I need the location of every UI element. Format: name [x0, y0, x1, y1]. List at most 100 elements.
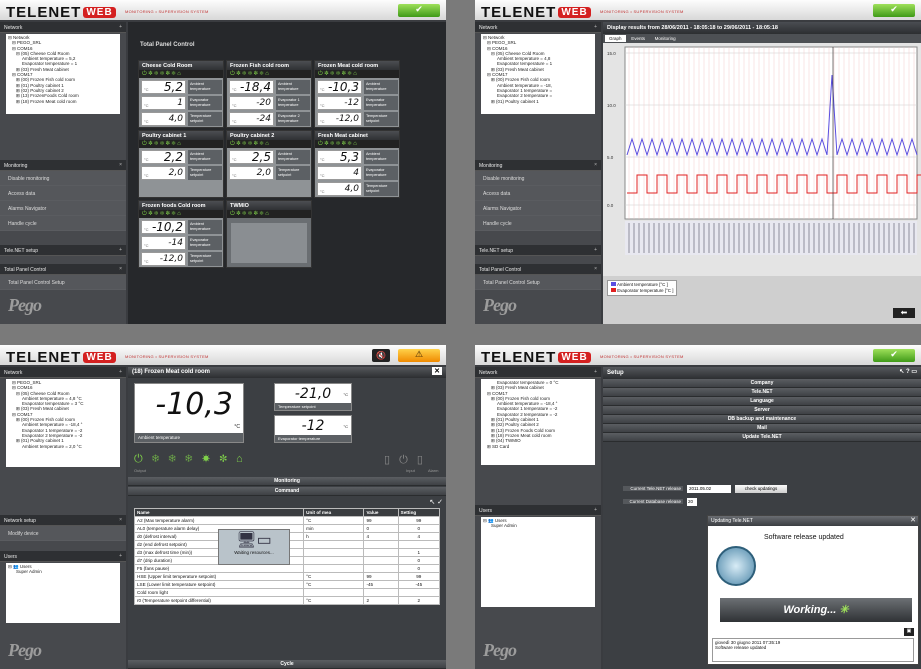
tree-item[interactable]: ⊞ (01) Poultry cabinet 1	[483, 99, 593, 104]
card-value-label: Temperature setpoint	[276, 166, 310, 180]
back-arrow-icon[interactable]: ⬅	[893, 308, 915, 318]
monitoring-menu-item[interactable]: Alarms Navigator	[475, 201, 601, 216]
telenet-setup-header[interactable]: Tele.NET setup +	[475, 245, 601, 256]
tab-events[interactable]: Events	[627, 35, 649, 42]
card-value: °C -10,2	[141, 220, 186, 234]
monitoring-menu-item[interactable]: Handle cycle	[0, 216, 126, 231]
copy-icon[interactable]: ▣	[904, 628, 914, 636]
card-value-label: Temperature setpoint	[364, 112, 398, 126]
app-header: TELENET WEB MONITORING • SUPERVISION SYST…	[0, 0, 446, 21]
monitoring-header: Monitoring ×	[0, 160, 126, 171]
table-row[interactable]: F5 (fans pause) 0	[133, 564, 441, 573]
tree-item[interactable]: Ambient temperature = 2,0 °C	[8, 444, 118, 449]
monitoring-menu-item[interactable]: Handle cycle	[475, 216, 601, 231]
network-tree[interactable]: ⊟ PEGO_SRL ⊟ COM16 ⊟ (05) Cheese Cold Room…	[6, 379, 120, 467]
tab-monitoring[interactable]: Monitoring	[651, 35, 680, 42]
card-value-label: Ambient temperature	[188, 80, 222, 94]
monitoring-menu-item[interactable]: Alarms Navigator	[0, 201, 126, 216]
close-icon[interactable]: ✕	[432, 367, 442, 375]
network-header: Network +	[475, 22, 601, 33]
temperature-graph[interactable]: 15.0 10.0 5.0 0.0	[603, 43, 921, 283]
card-title: Poultry cabinet 1	[139, 131, 223, 140]
ambient-display: -10,3 °C Ambient temperature	[134, 383, 244, 443]
network-setup-header: Network setup ×	[0, 515, 126, 526]
users-tree[interactable]: ⊟ 👥 Users Super Admin	[6, 563, 120, 623]
device-card[interactable]: Fresh Meat cabinet ⏻ ✽ ❄ ❄ ✽ ❄ ⌂ °C 5,3 Ambi…	[314, 130, 400, 198]
table-row[interactable]: Cold room light	[133, 588, 441, 597]
monitoring-menu-item[interactable]: Access data	[0, 186, 126, 201]
setup-section[interactable]: Update Tele.NET	[603, 433, 921, 442]
toolbar-icons[interactable]: ↖ ✓	[429, 498, 443, 506]
network-tree[interactable]: ⊟ Network ⊟ PEGO_SRL ⊟ COM16 ⊟ (05) Cheese …	[481, 34, 595, 114]
table-row[interactable]: LSE (Lower limit temperature setpoint) °C…	[133, 580, 441, 589]
card-value: °C -20	[229, 96, 274, 110]
status-icons: ⏻ ✽ ❄ ❄ ✽ ❄ ⌂	[139, 140, 223, 148]
device-card[interactable]: TWMIO ⏻ ✽ ❄ ❄ ✽ ❄ ⌂	[226, 200, 312, 268]
total-panel-setup-item[interactable]: Total Panel Control Setup	[0, 275, 126, 290]
mute-speaker-icon[interactable]: 🔇	[372, 349, 390, 362]
monitoring-menu-item[interactable]: Disable monitoring	[0, 171, 126, 186]
cycle-bar[interactable]: Cycle	[128, 660, 446, 669]
setup-section[interactable]: Company	[603, 379, 921, 388]
tagline: MONITORING • SUPERVISION SYSTEM	[600, 354, 684, 359]
modify-device-item[interactable]: Modify device	[0, 526, 126, 541]
setup-section[interactable]: Mail	[603, 424, 921, 433]
monitoring-menu-item[interactable]: Disable monitoring	[475, 171, 601, 186]
status-ok-button[interactable]: ✔	[873, 4, 915, 17]
evaporator-display: -12 °C Evaporator temperature	[274, 415, 352, 443]
status-icons: ⏻ ✽ ❄ ❄ ✽ ❄ ⌂	[315, 140, 399, 148]
input-icons: ▯ ⏻ ▯	[384, 454, 426, 466]
card-value-label: Temperature setpoint	[364, 182, 398, 196]
setup-section[interactable]: Tele.NET	[603, 388, 921, 397]
check-updates-button[interactable]: check updatings	[735, 485, 787, 493]
network-tree[interactable]: ⊟ Network ⊟ PEGO_SRL ⊟ COM16 ⊟ (05) Cheese …	[6, 34, 120, 114]
setup-section[interactable]: DB backup and maintenance	[603, 415, 921, 424]
table-cell: °C	[303, 572, 365, 581]
alarm-warning-button[interactable]: ⚠	[398, 349, 440, 362]
table-row[interactable]: r0 (Temperature setpoint differential) °C…	[133, 596, 441, 605]
device-card[interactable]: Frozen foods Cold room ⏻ ✽ ❄ ❄ ✽ ❄ ⌂ °C -10…	[138, 200, 224, 268]
table-row[interactable]: A2 (Max temperature alarm) °C 99 99	[133, 516, 441, 525]
network-header: Network +	[0, 367, 126, 378]
status-ok-button[interactable]: ✔	[398, 4, 440, 17]
monitoring-menu-item[interactable]: Access data	[475, 186, 601, 201]
db-row: Current Database release 20	[603, 497, 921, 507]
total-panel-header: Total Panel Control ×	[0, 264, 126, 275]
users-tree[interactable]: ⊟ 👥 Users Super Admin	[481, 517, 595, 607]
setup-title: Setup	[607, 370, 624, 376]
help-icons[interactable]: ↖ ? ▭	[899, 368, 917, 375]
device-card[interactable]: Cheese Cold Room ⏻ ✽ ❄ ❄ ✽ ❄ ⌂ °C 5,2 Ambien…	[138, 60, 224, 128]
setup-section[interactable]: Language	[603, 397, 921, 406]
close-icon[interactable]: ✕	[910, 516, 916, 524]
command-bar[interactable]: Command	[128, 487, 446, 496]
table-cell: 0	[363, 524, 399, 533]
monitoring-menu: Disable monitoring Access data Alarms Navi…	[475, 171, 601, 231]
table-header: Unit of mea	[303, 508, 365, 517]
card-title: TWMIO	[227, 201, 311, 210]
card-value-label: Temperature setpoint	[188, 252, 222, 266]
pego-logo: Pego	[483, 640, 517, 660]
panel-setup: TELENET WEB MONITORING • SUPERVISION SYST…	[475, 345, 921, 669]
setup-section[interactable]: Server	[603, 406, 921, 415]
table-cell	[303, 564, 365, 573]
network-header: Network +	[0, 22, 126, 33]
telenet-setup-header[interactable]: Tele.NET setup +	[0, 245, 126, 256]
total-panel-setup-item[interactable]: Total Panel Control Setup	[475, 275, 601, 290]
device-card[interactable]: Frozen Meat cold room ⏻ ✽ ❄ ❄ ✽ ❄ ⌂ °C -10,…	[314, 60, 400, 128]
table-row[interactable]: HSE (Upper limit temperature setpoint) °C…	[133, 572, 441, 581]
table-cell: h	[303, 532, 365, 541]
status-ok-button[interactable]: ✔	[873, 349, 915, 362]
monitoring-bar[interactable]: Monitoring	[128, 477, 446, 486]
device-card[interactable]: Poultry cabinet 1 ⏻ ✽ ❄ ❄ ✽ ❄ ⌂ °C 2,2 Ambie…	[138, 130, 224, 198]
device-card[interactable]: Poultry cabinet 2 ⏻ ✽ ❄ ❄ ✽ ❄ ⌂ °C 2,5 Ambie…	[226, 130, 312, 198]
tree-item[interactable]: ⊞ SD Card	[483, 444, 593, 449]
card-title: Frozen Meat cold room	[315, 61, 399, 70]
network-tree[interactable]: Evaporator temperature = 0 °C ⊞ (03) Fres…	[481, 379, 595, 465]
tree-item[interactable]: ⊞ (18) Frozen Meat cold room	[8, 99, 118, 104]
card-title: Cheese Cold Room	[139, 61, 223, 70]
table-cell	[363, 564, 399, 573]
device-card[interactable]: Frozen Fish cold room ⏻ ✽ ❄ ❄ ✽ ❄ ⌂ °C -18,…	[226, 60, 312, 128]
tab-graph[interactable]: Graph	[605, 35, 626, 42]
table-cell: 2	[363, 596, 399, 605]
app-header: TELENET WEB MONITORING • SUPERVISION SYST…	[0, 345, 446, 366]
